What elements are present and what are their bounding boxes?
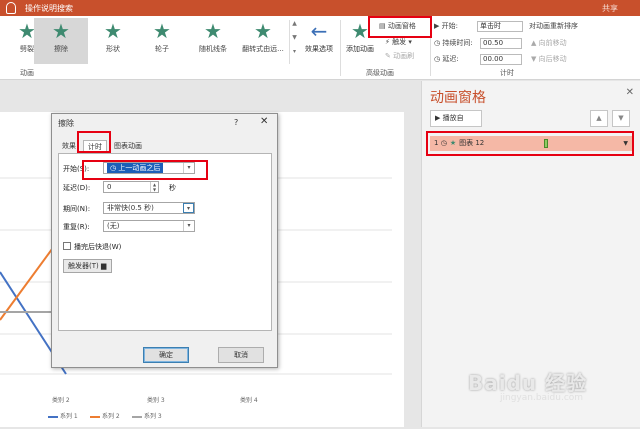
tab-chart-animation[interactable]: 图表动画 [110, 140, 146, 153]
start-select[interactable]: 单击时 [477, 21, 523, 32]
x-tick-label: 类别 4 [240, 397, 258, 404]
legend-item: 系列 1 [48, 411, 78, 420]
baidu-watermark-logo: Baidu 经验 [468, 371, 588, 395]
rewind-label: 播完后快退(W) [74, 243, 122, 251]
chevron-up-icon: ▲ [596, 114, 602, 122]
ribbon: ★ 劈裂 ★ 擦除 ★ 形状 ★ 轮子 ★ 随机线条 ★ 翻转式由远... ▲ … [0, 16, 640, 80]
title-bar: 操作说明搜索 共享 [0, 0, 640, 16]
effect-grow-turn[interactable]: ★ 翻转式由远... [236, 18, 290, 64]
cancel-button[interactable]: 取消 [218, 347, 264, 363]
close-icon[interactable]: ✕ [260, 116, 268, 127]
reorder-label: 对动画重新排序 [529, 22, 578, 30]
brush-icon: ✎ [385, 52, 394, 60]
trigger-button[interactable]: 触发器(T) ▆ [63, 259, 112, 273]
group-label-advanced: 高级动画 [366, 69, 394, 77]
chevron-down-icon[interactable]: ▼ [290, 34, 299, 48]
play-icon: ▶ [434, 22, 442, 30]
duration-label: ◷ 持续时间: [434, 39, 473, 47]
dialog-title: 擦除 [58, 119, 74, 128]
duration-input[interactable]: 00.50 [480, 38, 522, 49]
lightbulb-icon[interactable] [6, 2, 16, 14]
star-icon: ★ [204, 19, 222, 43]
effect-options-button[interactable]: ← 效果选项 [301, 20, 337, 54]
effect-wheel[interactable]: ★ 轮子 [135, 18, 189, 64]
highlight-start-select [82, 160, 208, 180]
x-tick-label: 类别 2 [52, 397, 70, 404]
tell-me-search[interactable]: 操作说明搜索 [25, 3, 73, 14]
group-label-animation: 动画 [20, 69, 34, 77]
x-tick-label: 类别 3 [147, 397, 165, 404]
baidu-watermark-url: jingyan.baidu.com [500, 393, 584, 403]
chevron-down-icon: ▼ [618, 114, 624, 122]
star-icon: ★ [153, 19, 171, 43]
chevron-up-icon[interactable]: ▲ [290, 20, 299, 34]
repeat-select[interactable]: (无) ▾ [103, 220, 195, 232]
move-up-button[interactable]: ▲ [590, 110, 608, 127]
legend-item: 系列 3 [132, 411, 162, 420]
period-select[interactable]: 非常快(0.5 秒) ▾ [103, 202, 195, 214]
delay-label: ◷ 延迟: [434, 55, 459, 63]
highlight-timing-tab [77, 131, 111, 153]
repeat-label: 重复(R): [63, 223, 90, 231]
highlight-animation-item [426, 131, 634, 156]
delay-input[interactable]: 0 ▲ ▼ [103, 181, 159, 193]
start-label: ▶ 开始: [434, 22, 458, 30]
play-from-button[interactable]: ▶ 播放自 [430, 110, 482, 127]
trigger-button[interactable]: ⚡ 触发 ▾ [385, 37, 412, 47]
play-icon: ▶ [435, 114, 443, 122]
effect-random-bars[interactable]: ★ 随机线条 [186, 18, 240, 64]
rewind-checkbox[interactable] [63, 242, 71, 250]
ok-button[interactable]: 确定 [143, 347, 189, 363]
move-later-button[interactable]: ▼ 向后移动 [531, 54, 567, 64]
pane-title: 动画窗格 [430, 90, 486, 106]
animation-painter-button[interactable]: ✎ 动画刷 [385, 51, 414, 61]
close-icon[interactable]: ✕ [626, 87, 634, 98]
chevron-down-icon[interactable]: ▾ [183, 221, 194, 231]
arrow-down-icon: ▼ [531, 55, 539, 63]
delay-unit: 秒 [169, 184, 176, 192]
chevron-down-icon[interactable]: ▾ [183, 203, 194, 213]
share-button[interactable]: 共享 [602, 3, 618, 14]
delay-label: 延迟(D): [63, 184, 91, 192]
divider [340, 20, 341, 76]
effect-shape[interactable]: ★ 形状 [86, 18, 140, 64]
gallery-scrollbar[interactable]: ▲ ▼ ▾ [289, 20, 299, 64]
star-icon: ★ [254, 19, 272, 43]
more-icon[interactable]: ▾ [290, 48, 299, 62]
highlight-animation-pane [368, 16, 432, 38]
group-label-timing: 计时 [500, 69, 514, 77]
star-icon: ★ [104, 19, 122, 43]
spinner-icon[interactable]: ▲ ▼ [150, 182, 158, 192]
arrow-left-icon: ← [310, 19, 328, 43]
effect-wipe[interactable]: ★ 擦除 [34, 18, 88, 64]
help-icon[interactable]: ? [234, 118, 238, 127]
move-earlier-button[interactable]: ▲ 向前移动 [531, 38, 567, 48]
delay-input[interactable]: 00.00 [480, 54, 522, 65]
expand-icon: ▆ [100, 262, 107, 270]
star-icon: ★ [52, 19, 70, 43]
legend-item: 系列 2 [90, 411, 120, 420]
period-label: 期间(N): [63, 205, 91, 213]
move-down-button[interactable]: ▼ [612, 110, 630, 127]
arrow-up-icon: ▲ [531, 39, 539, 47]
